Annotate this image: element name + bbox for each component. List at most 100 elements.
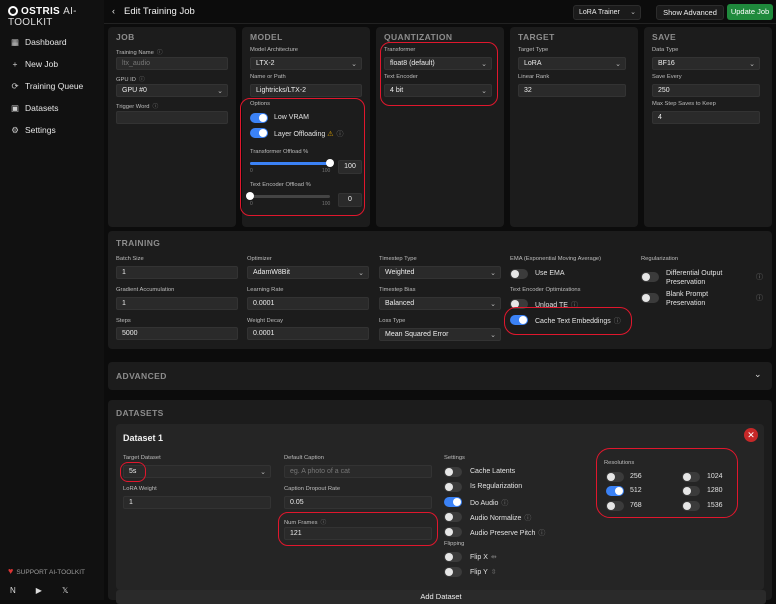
trigger-word-input[interactable] — [116, 111, 228, 124]
logo-icon — [8, 6, 18, 16]
blank-prompt-toggle[interactable] — [641, 293, 659, 303]
default-caption-input[interactable]: eg. A photo of a cat — [284, 465, 432, 478]
flip-y-toggle[interactable] — [444, 567, 462, 577]
quant-transformer-select[interactable]: float8 (default) ⌄ — [384, 57, 492, 70]
model-arch-select[interactable]: LTX-2 ⌄ — [250, 57, 362, 70]
transformer-offload-slider[interactable] — [250, 159, 334, 167]
unload-te-toggle[interactable] — [510, 299, 528, 309]
gpu-id-label: GPU ID ⓘ — [116, 77, 145, 83]
use-ema-toggle[interactable] — [510, 269, 528, 279]
update-job-button[interactable]: Update Job — [727, 4, 773, 20]
loss-type-select[interactable]: Mean Squared Error ⌄ — [379, 328, 501, 341]
target-dataset-select[interactable]: 5s ⌄ — [123, 465, 271, 478]
dashboard-icon: ▦ — [10, 37, 20, 47]
res-512-toggle[interactable] — [606, 486, 624, 496]
app-logo[interactable]: OSTRIS AI-TOOLKIT — [8, 6, 104, 28]
flip-x-icon: ⇹ — [490, 554, 497, 561]
social-letter-icon[interactable]: N — [10, 586, 16, 595]
res-1024-toggle[interactable] — [682, 472, 700, 482]
low-vram-toggle[interactable] — [250, 113, 268, 123]
help-icon: ⓘ — [320, 520, 327, 526]
grad-accum-label: Gradient Accumulation — [116, 287, 175, 293]
show-advanced-button[interactable]: Show Advanced — [656, 5, 724, 20]
add-dataset-button[interactable]: Add Dataset — [116, 590, 766, 604]
flip-x-toggle[interactable] — [444, 552, 462, 562]
sidebar-item-datasets[interactable]: ▣ Datasets — [10, 103, 59, 114]
num-frames-input[interactable]: 121 — [284, 527, 432, 540]
diff-preservation-toggle[interactable] — [641, 272, 659, 282]
steps-input[interactable]: 5000 — [116, 327, 238, 340]
tick-min: 0 — [250, 168, 253, 174]
linear-rank-input[interactable]: 32 — [518, 84, 626, 97]
res-1536-toggle[interactable] — [682, 501, 700, 511]
datasets-title: DATASETS — [116, 408, 164, 418]
layer-offloading-label: Layer Offloading ⚠ ⓘ — [274, 131, 344, 138]
caption-dropout-input[interactable]: 0.05 — [284, 496, 432, 509]
chevron-down-icon[interactable]: ⌄ — [754, 369, 762, 380]
target-dataset-label: Target Dataset — [123, 455, 161, 461]
youtube-icon[interactable]: ▶ — [36, 586, 42, 595]
do-audio-label: Do Audio ⓘ — [470, 500, 509, 507]
text-encoder-offload-value[interactable]: 0 — [338, 193, 362, 207]
dataset-card: Dataset 1 Target Dataset 5s ⌄ LoRA Weight… — [116, 424, 764, 590]
x-icon[interactable]: 𝕏 — [62, 586, 68, 595]
remove-dataset-button[interactable]: ✕ — [744, 428, 758, 442]
target-type-select[interactable]: LoRA ⌄ — [518, 57, 626, 70]
max-saves-input[interactable]: 4 — [652, 111, 760, 124]
trainer-select[interactable]: LoRA Trainer ⌄ — [573, 5, 641, 20]
res-1536-label: 1536 — [707, 502, 723, 509]
do-audio-toggle[interactable] — [444, 497, 462, 507]
learning-rate-input[interactable]: 0.0001 — [247, 297, 369, 310]
timestep-bias-select[interactable]: Balanced ⌄ — [379, 297, 501, 310]
audio-normalize-toggle[interactable] — [444, 512, 462, 522]
is-regularization-toggle[interactable] — [444, 482, 462, 492]
flipping-label: Flipping — [444, 541, 465, 547]
chevron-down-icon: ⌄ — [481, 88, 487, 95]
page-title: Edit Training Job — [124, 6, 195, 17]
sidebar-item-dashboard[interactable]: ▦ Dashboard — [10, 37, 67, 48]
help-icon: ⓘ — [524, 515, 532, 522]
weight-decay-input[interactable]: 0.0001 — [247, 327, 369, 340]
training-name-input[interactable]: ltx_audio — [116, 57, 228, 70]
quantization-title: QUANTIZATION — [384, 32, 453, 42]
support-link[interactable]: ♥ SUPPORT AI-TOOLKIT — [8, 566, 85, 576]
back-icon[interactable]: ‹ — [112, 6, 115, 16]
chevron-down-icon: ⌄ — [630, 9, 636, 16]
batch-size-input[interactable]: 1 — [116, 266, 238, 279]
audio-pitch-toggle[interactable] — [444, 527, 462, 537]
save-every-input[interactable]: 250 — [652, 84, 760, 97]
data-type-select[interactable]: BF16 ⌄ — [652, 57, 760, 70]
res-768-toggle[interactable] — [606, 501, 624, 511]
advanced-card[interactable]: ADVANCED ⌄ — [108, 362, 772, 390]
text-encoder-offload-slider[interactable] — [246, 192, 330, 200]
flip-x-label: Flip X ⇹ — [470, 554, 497, 561]
chevron-down-icon: ⌄ — [260, 469, 266, 476]
cache-latents-toggle[interactable] — [444, 467, 462, 477]
res-1280-toggle[interactable] — [682, 486, 700, 496]
lora-weight-input[interactable]: 1 — [123, 496, 271, 509]
transformer-offload-value[interactable]: 100 — [338, 160, 362, 174]
optimizer-select[interactable]: AdamW8Bit ⌄ — [247, 266, 369, 279]
options-label: Options — [250, 101, 270, 107]
res-256-toggle[interactable] — [606, 472, 624, 482]
lora-weight-label: LoRA Weight — [123, 486, 157, 492]
default-caption-label: Default Caption — [284, 455, 324, 461]
cache-te-toggle[interactable] — [510, 315, 528, 325]
timestep-bias-label: Timestep Bias — [379, 287, 416, 293]
loss-type-label: Loss Type — [379, 318, 406, 324]
quant-text-encoder-label: Text Encoder — [384, 74, 418, 80]
sidebar-item-new-job[interactable]: + New Job — [10, 59, 59, 69]
sidebar-item-training-queue[interactable]: ⟳ Training Queue — [10, 81, 83, 92]
layer-offloading-toggle[interactable] — [250, 128, 268, 138]
quant-text-encoder-select[interactable]: 4 bit ⌄ — [384, 84, 492, 97]
model-path-input[interactable]: Lightricks/LTX-2 — [250, 84, 362, 97]
res-1024-label: 1024 — [707, 473, 723, 480]
training-card: TRAINING Batch Size 1 Gradient Accumulat… — [108, 231, 772, 349]
grad-accum-input[interactable]: 1 — [116, 297, 238, 310]
help-icon: ⓘ — [138, 77, 145, 83]
gpu-select[interactable]: GPU #0 ⌄ — [116, 84, 228, 97]
sidebar-item-settings[interactable]: ⚙ Settings — [10, 125, 56, 136]
transformer-offload-label: Transformer Offload % — [250, 149, 309, 155]
num-frames-label: Num Frames ⓘ — [284, 520, 327, 526]
timestep-type-select[interactable]: Weighted ⌄ — [379, 266, 501, 279]
